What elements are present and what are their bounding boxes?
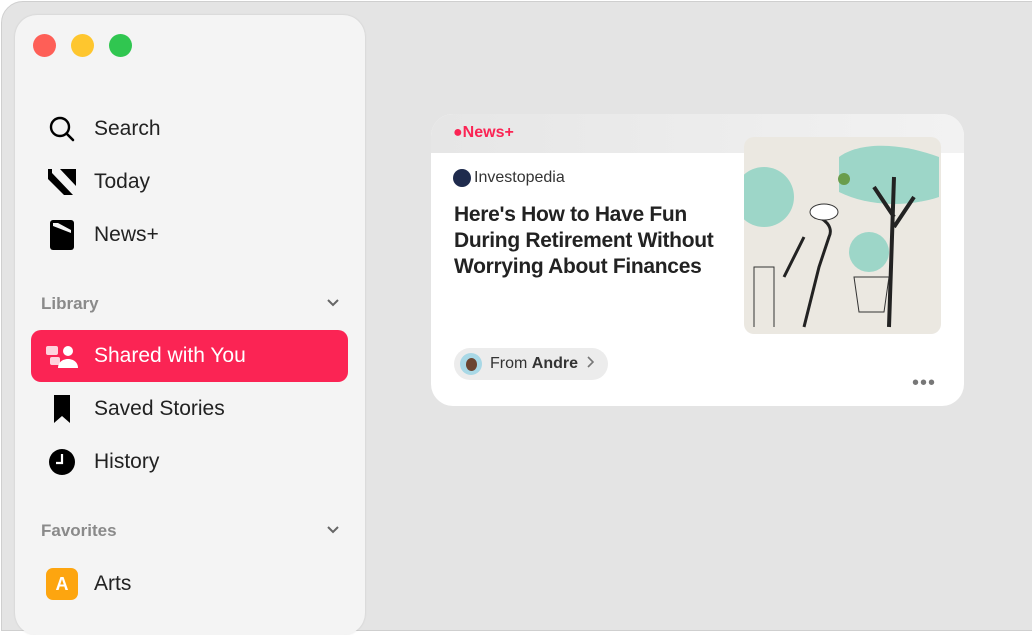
sidebar-item-saved-stories[interactable]: Saved Stories — [31, 383, 348, 435]
minimize-button[interactable] — [71, 34, 94, 57]
close-button[interactable] — [33, 34, 56, 57]
avatar — [460, 353, 482, 375]
sidebar-item-shared-with-you[interactable]: Shared with You — [31, 330, 348, 382]
library-section-header[interactable]: Library — [41, 294, 341, 315]
favorites-section-header[interactable]: Favorites — [41, 521, 341, 542]
investopedia-logo-icon — [453, 169, 471, 187]
story-card[interactable]: ●News+ Investopedia Here's How to Have F… — [431, 114, 964, 406]
sidebar-item-history[interactable]: History — [31, 436, 348, 488]
apple-logo-icon: ● — [453, 124, 463, 141]
news-plus-icon — [46, 219, 78, 251]
shared-with-you-icon — [46, 340, 78, 372]
library-header: Library — [41, 294, 99, 315]
clock-icon — [46, 446, 78, 478]
from-name: Andre — [532, 355, 578, 373]
shared-from-button[interactable]: From Andre — [454, 348, 608, 380]
sidebar-item-news-plus[interactable]: News+ — [31, 209, 348, 261]
story-image — [744, 137, 941, 334]
from-prefix: From — [490, 355, 527, 373]
arts-icon: A — [46, 568, 78, 600]
sidebar-item-label: Saved Stories — [94, 397, 225, 421]
chevron-down-icon[interactable] — [325, 294, 341, 315]
sidebar-item-label: Shared with You — [94, 344, 246, 368]
sidebar-item-label: History — [94, 450, 159, 474]
bookmark-icon — [46, 393, 78, 425]
sidebar-item-arts[interactable]: A Arts — [31, 558, 348, 610]
favorites-header: Favorites — [41, 521, 117, 542]
arts-badge: A — [46, 568, 78, 600]
zoom-button[interactable] — [109, 34, 132, 57]
search-icon — [46, 113, 78, 145]
sidebar-item-label: Search — [94, 117, 161, 141]
sidebar-item-today[interactable]: Today — [31, 156, 348, 208]
today-icon — [46, 166, 78, 198]
sidebar-item-label: Today — [94, 170, 150, 194]
sidebar-item-search[interactable]: Search — [31, 103, 348, 155]
more-options-button[interactable]: ••• — [912, 372, 936, 395]
sidebar-item-label: News+ — [94, 223, 159, 247]
news-plus-badge: ●News+ — [453, 124, 514, 142]
publisher: Investopedia — [453, 169, 565, 187]
sidebar-item-label: Arts — [94, 572, 131, 596]
publisher-name: Investopedia — [474, 169, 565, 187]
story-headline[interactable]: Here's How to Have Fun During Retirement… — [454, 202, 744, 280]
chevron-right-icon — [586, 355, 594, 373]
chevron-down-icon[interactable] — [325, 521, 341, 542]
